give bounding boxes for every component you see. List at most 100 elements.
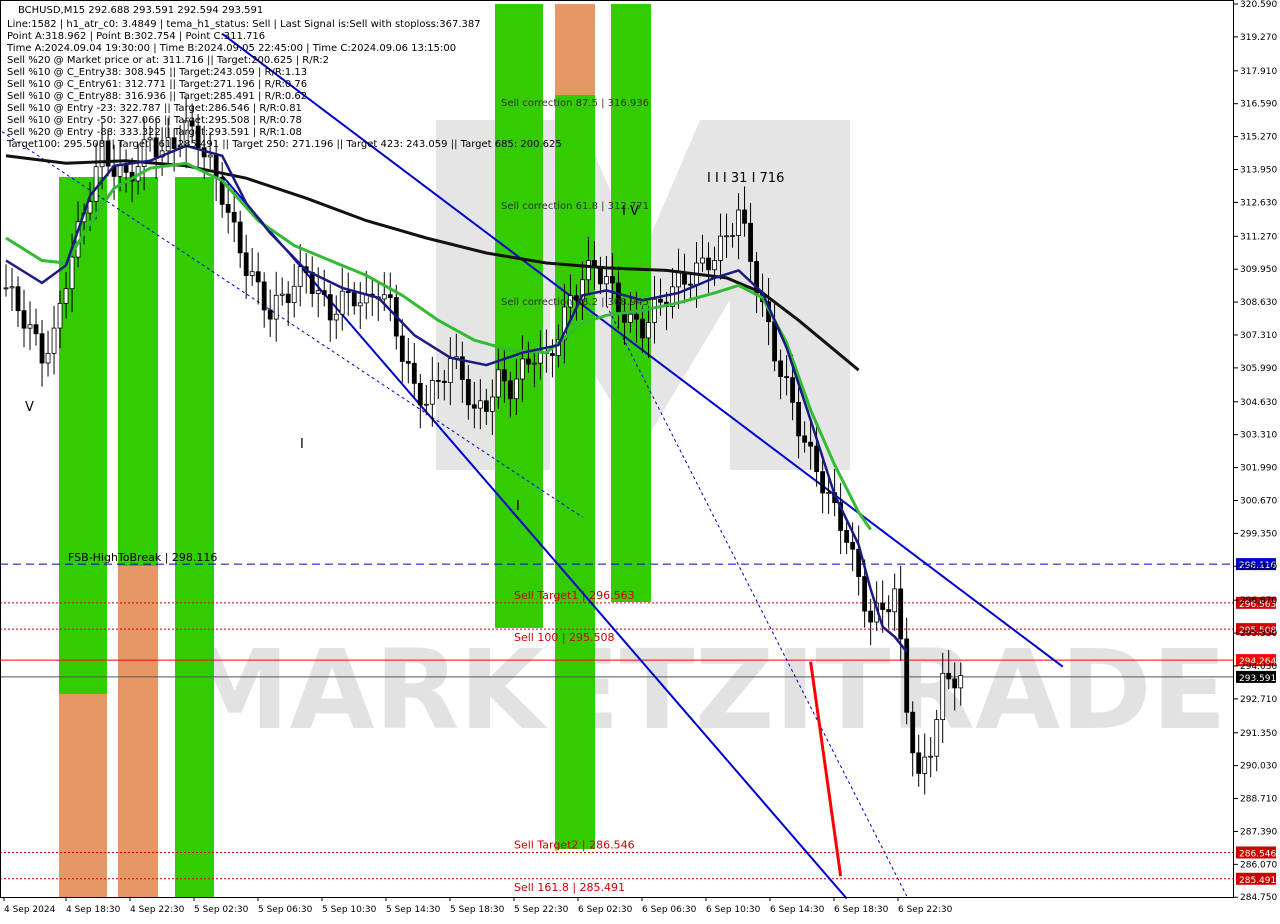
candle-body [387,294,393,298]
candle-body [15,286,21,312]
level-label: Sell Target2 | 286.546 [514,838,635,851]
candle-body [411,362,417,384]
candle-body [273,294,279,320]
x-tick-label: 4 Sep 18:30 [66,905,121,915]
chart-svg: MARKETZITRADE FSB-HighToBreak | 298.116 2… [0,0,1277,915]
y-tick-label: 300.670 [1240,496,1277,506]
candle-body [231,211,237,223]
candle-body [381,294,387,300]
info-line: Sell %10 @ Entry -50: 327.066 || Target:… [7,115,302,126]
y-tick-label: 298.030 [1240,562,1277,572]
y-tick-label: 295.350 [1240,629,1277,639]
y-tick-label: 315.270 [1240,133,1277,143]
info-line: Sell %10 @ C_Entry38: 308.945 || Target:… [7,67,307,78]
candle-body [93,166,99,202]
y-tick-label: 299.350 [1240,529,1277,539]
candle-body [21,310,27,329]
y-tick-label: 311.270 [1240,232,1277,242]
candle-body [339,290,345,315]
info-line: Sell %10 @ C_Entry61: 312.771 || Target:… [7,79,307,90]
candle-body [958,675,964,689]
candle-body [45,352,51,364]
orange-zone [118,566,158,898]
candle-body [652,298,657,323]
candle-body [447,358,453,383]
correction-label: Sell correction 87.5 | 316.936 [501,98,649,109]
candle-body [700,257,705,264]
candle-body [796,401,801,437]
candle-body [525,358,531,365]
y-tick-label: 296.670 [1240,596,1277,606]
candle-body [435,380,441,382]
candle-body [495,369,501,398]
candle-body [123,164,129,173]
green-zone [118,177,158,566]
candle-body [57,302,63,329]
candle-body [688,283,693,286]
candle-body [513,378,519,400]
x-tick-label: 6 Sep 06:30 [642,905,697,915]
candle-body [814,445,820,473]
orange-zone [555,4,595,95]
candle-body [886,609,892,613]
wave-label-v: V [25,400,34,415]
candle-body [748,222,753,262]
level-label: Sell Target1 | 296.563 [514,589,635,602]
candle-body [249,271,255,276]
candle-body [808,441,814,447]
candle-body [706,257,711,271]
level-tag: 293.591 [1239,674,1276,684]
candle-body [225,203,231,213]
candle-body [550,353,555,356]
x-tick-label: 6 Sep 18:30 [834,905,889,915]
candle-body [940,672,946,721]
info-line: Sell %10 @ C_Entry88: 316.936 || Target:… [7,91,307,102]
candle-body [646,322,651,339]
candle-body [477,400,483,409]
candle-body [243,252,249,276]
y-tick-label: 292.710 [1240,695,1277,705]
y-tick-label: 286.070 [1240,860,1277,870]
candle-body [63,288,69,304]
candle-body [850,541,856,550]
candle-body [820,471,826,494]
watermark-text: MARKETZITRADE [180,626,1227,754]
info-line: Point A:318.962 | Point B:302.754 | Poin… [7,31,265,42]
candle-body [465,379,471,406]
candle-body [213,154,219,178]
candle-body [405,361,411,364]
green-zone [175,177,214,898]
level-label: Sell 100 | 295.508 [514,631,615,644]
candle-body [868,610,874,623]
x-tick-label: 5 Sep 06:30 [258,905,313,915]
candle-body [69,256,75,290]
candle-body [880,602,886,610]
candle-body [327,294,333,321]
level-label: FSB-HighToBreak | 298.116 [68,551,217,564]
candle-body [3,287,9,290]
candle-body [640,318,645,339]
x-tick-label: 5 Sep 14:30 [386,905,441,915]
y-tick-label: 288.710 [1240,795,1277,805]
candle-body [441,380,447,383]
candle-body [423,403,429,406]
candle-body [357,302,363,307]
candle-body [892,588,898,613]
y-tick-label: 307.310 [1240,331,1277,341]
x-tick-label: 5 Sep 02:30 [194,905,249,915]
level-tag: 285.491 [1239,876,1276,886]
candle-body [718,235,723,261]
y-tick-label: 304.630 [1240,398,1277,408]
candle-body [507,380,513,400]
candle-body [724,235,729,238]
candle-body [285,293,291,303]
y-tick-label: 320.590 [1240,0,1277,10]
candle-body [802,435,808,443]
candle-body [279,293,285,296]
y-tick-label: 308.630 [1240,298,1277,308]
candle-body [610,276,615,284]
x-axis: 4 Sep 2024 4 Sep 18:30 4 Sep 22:30 5 Sep 02… [3,897,953,915]
y-tick-label: 319.270 [1240,33,1277,43]
info-line: Sell %20 @ Entry -88: 333.322 || Target:… [7,127,302,138]
candle-body [790,377,795,403]
